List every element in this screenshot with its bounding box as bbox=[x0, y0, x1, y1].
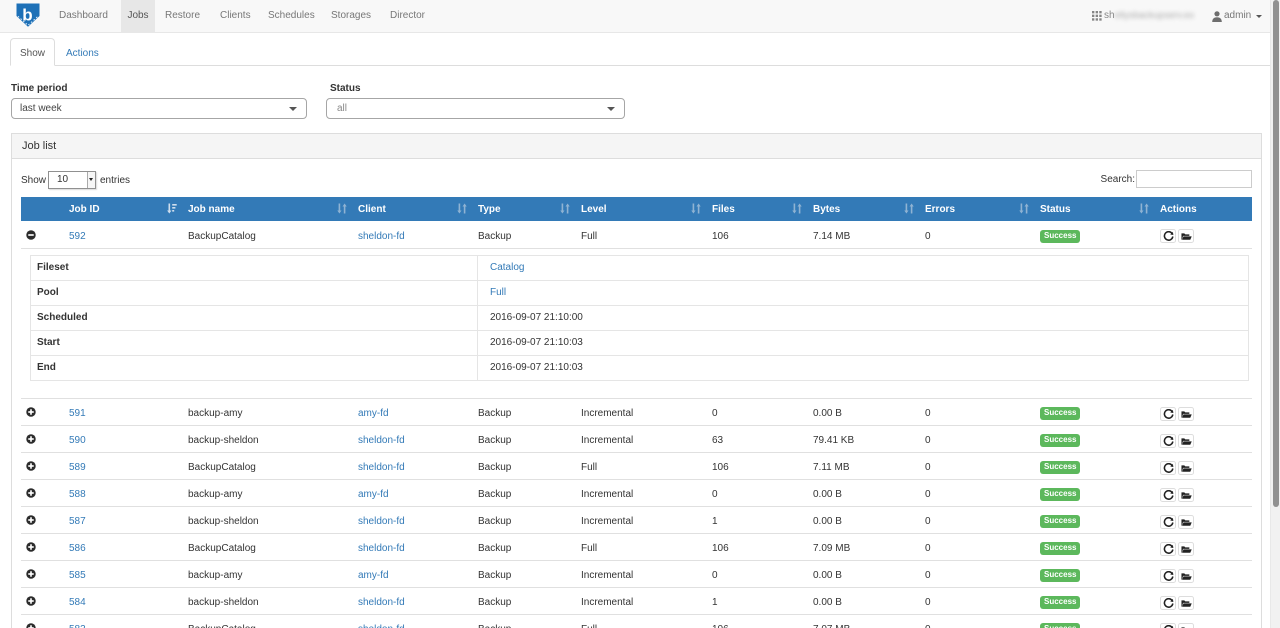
svg-text:b: b bbox=[22, 6, 32, 25]
